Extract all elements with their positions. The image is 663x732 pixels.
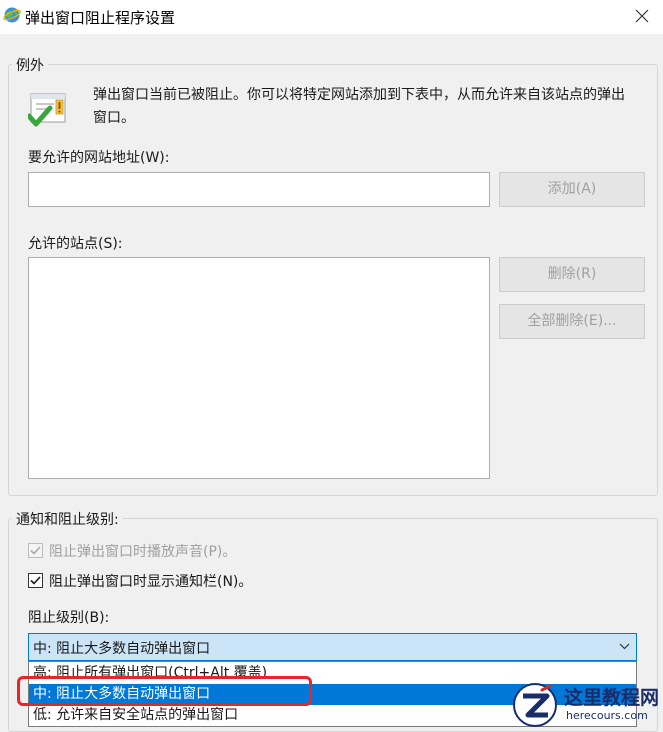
popup-blocked-info-icon	[28, 93, 66, 127]
close-icon	[635, 9, 649, 23]
remove-all-button[interactable]: 全部删除(E)...	[499, 304, 645, 339]
notifications-legend: 通知和阻止级别:	[12, 509, 123, 529]
add-button[interactable]: 添加(A)	[499, 172, 645, 207]
allowed-sites-list[interactable]	[28, 257, 490, 479]
play-sound-option[interactable]: 阻止弹出窗口时播放声音(P)。	[28, 541, 236, 561]
close-button[interactable]	[627, 2, 657, 30]
play-sound-label: 阻止弹出窗口时播放声音(P)。	[49, 544, 237, 560]
watermark-logo	[513, 683, 557, 727]
chevron-down-icon	[619, 643, 630, 650]
website-address-input[interactable]	[28, 172, 490, 207]
highlight-annotation	[17, 676, 312, 706]
address-label: 要允许的网站地址(W):	[28, 150, 170, 166]
ie-globe-icon	[3, 7, 21, 23]
watermark-title: 这里教程网	[564, 687, 660, 709]
remove-button[interactable]: 删除(R)	[499, 257, 645, 292]
show-bar-option[interactable]: 阻止弹出窗口时显示通知栏(N)。	[28, 571, 252, 591]
watermark-url: herecours.com	[566, 709, 648, 722]
show-bar-label: 阻止弹出窗口时显示通知栏(N)。	[49, 574, 253, 590]
checkmark-icon	[30, 576, 41, 585]
block-level-label: 阻止级别(B):	[28, 610, 110, 626]
info-text: 弹出窗口当前已被阻止。你可以将特定网站添加到下表中，从而允许来自该站点的弹出窗口…	[93, 87, 625, 126]
exceptions-legend: 例外	[12, 55, 48, 75]
block-level-select[interactable]: 中: 阻止大多数自动弹出窗口	[28, 633, 637, 661]
window-title: 弹出窗口阻止程序设置	[25, 9, 176, 27]
block-level-value: 中: 阻止大多数自动弹出窗口	[33, 641, 211, 657]
watermark: 这里教程网 herecours.com	[512, 682, 663, 730]
title-bar: 弹出窗口阻止程序设置	[0, 0, 663, 34]
play-sound-checkbox[interactable]	[28, 543, 43, 558]
checkmark-icon	[30, 546, 41, 555]
show-bar-checkbox[interactable]	[28, 573, 43, 588]
allowed-sites-label: 允许的站点(S):	[28, 236, 123, 252]
